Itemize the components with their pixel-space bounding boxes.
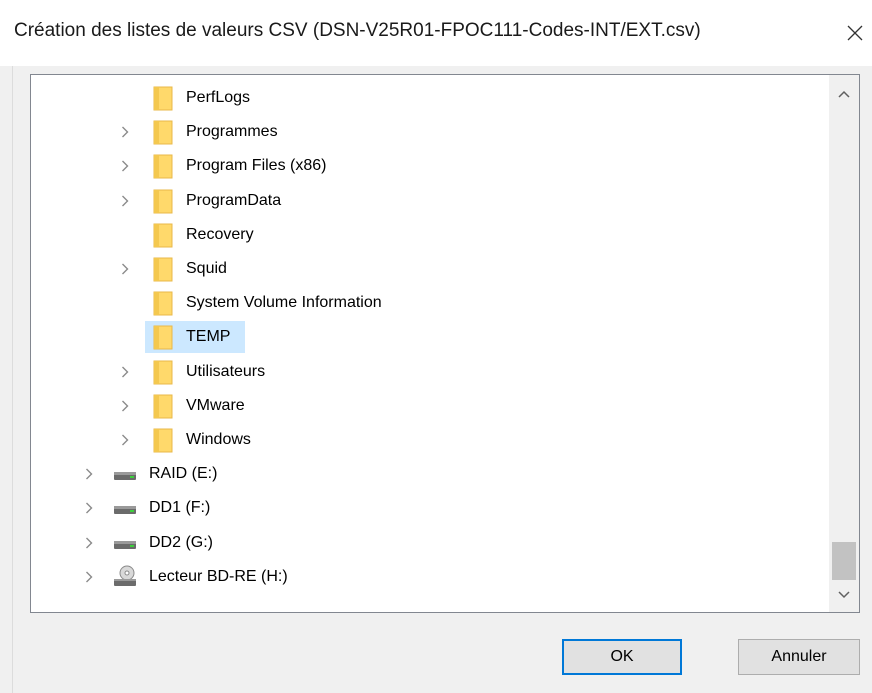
tree-item[interactable]: DD2 (G:) [31,527,829,557]
tree-item-label: Lecteur BD-RE (H:) [149,568,288,585]
tree-item[interactable]: VMware [31,390,829,420]
title-bar: Création des listes de valeurs CSV (DSN-… [0,0,872,66]
tree-item[interactable]: RAID (E:) [31,458,829,488]
chevron-right-icon[interactable] [83,537,95,549]
chevron-right-icon[interactable] [119,195,131,207]
window-title: Création des listes de valeurs CSV (DSN-… [14,20,701,41]
scroll-down-icon[interactable] [829,580,859,610]
close-icon[interactable] [838,12,872,54]
folder-icon [153,427,173,453]
scroll-up-icon[interactable] [829,79,859,109]
chevron-right-icon[interactable] [119,263,131,275]
tree-item-label: Programmes [186,123,278,140]
folder-icon [153,393,173,419]
tree-item-label: Program Files (x86) [186,157,327,174]
tree-item-label: ProgramData [186,192,282,209]
ok-button[interactable]: OK [562,639,682,675]
folder-icon [153,290,173,316]
hard-drive-icon [113,535,137,559]
hard-drive-icon [113,500,137,524]
tree-item-label: Windows [186,431,251,448]
folder-icon [153,85,173,111]
tree-item[interactable]: ProgramData [31,185,829,215]
chevron-right-icon[interactable] [119,434,131,446]
chevron-right-icon[interactable] [119,366,131,378]
folder-icon [153,188,173,214]
tree-item[interactable]: DD1 (F:) [31,492,829,522]
tree-item[interactable]: Windows [31,424,829,454]
tree-item[interactable]: Lecteur BD-RE (H:) [31,561,829,591]
folder-icon [153,153,173,179]
tree-item-label: System Volume Information [186,294,382,311]
tree-item-label: Utilisateurs [186,363,266,380]
folder-icon [153,359,173,385]
tree-item-label: DD2 (G:) [149,534,213,551]
folder-icon [153,256,173,282]
tree-item[interactable]: System Volume Information [31,287,829,317]
hard-drive-icon [113,466,137,490]
folder-tree[interactable]: PerfLogs Programmes Program Files (x86) Pro… [30,74,860,613]
chevron-right-icon[interactable] [119,126,131,138]
tree-item[interactable]: Program Files (x86) [31,150,829,180]
tree-item-label: Recovery [186,226,254,243]
tree-item[interactable]: Squid [31,253,829,283]
optical-drive-icon [113,564,137,588]
vertical-scrollbar[interactable] [829,75,859,612]
tree-item-label: DD1 (F:) [149,499,211,516]
tree-item-label: VMware [186,397,245,414]
chevron-right-icon[interactable] [83,502,95,514]
chevron-right-icon[interactable] [83,468,95,480]
tree-item[interactable]: Utilisateurs [31,356,829,386]
scrollbar-thumb[interactable] [832,542,856,580]
tree-item-label: TEMP [186,328,231,345]
chevron-right-icon[interactable] [119,400,131,412]
tree-item[interactable]: Programmes [31,116,829,146]
cancel-button[interactable]: Annuler [738,639,860,675]
folder-icon [153,119,173,145]
tree-item[interactable]: Recovery [31,219,829,249]
tree-item[interactable]: PerfLogs [31,82,829,112]
tree-item-label: RAID (E:) [149,465,218,482]
folder-icon [153,324,173,350]
tree-item-label: Squid [186,260,227,277]
chevron-right-icon[interactable] [83,571,95,583]
tree-item[interactable]: TEMP [31,321,829,353]
dialog-left-edge [0,66,13,693]
chevron-right-icon[interactable] [119,160,131,172]
folder-icon [153,222,173,248]
tree-item-label: PerfLogs [186,89,251,106]
